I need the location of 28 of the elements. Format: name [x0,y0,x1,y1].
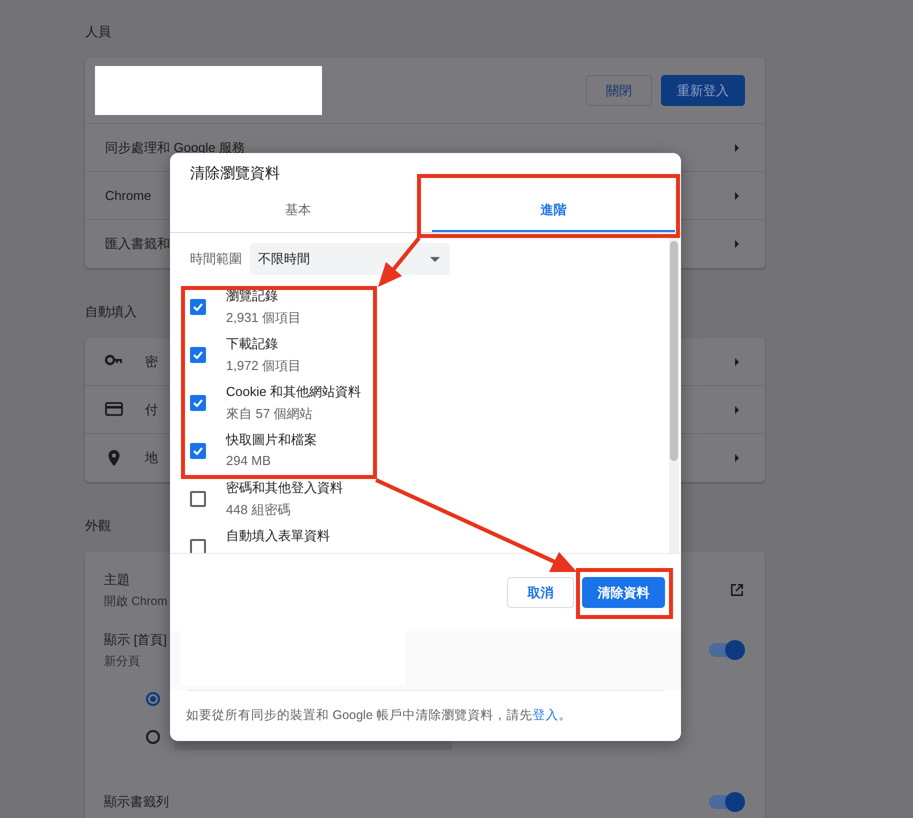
section-heading: 外觀 [85,517,111,535]
row-label: 付 [145,400,158,418]
footer-text: 如要從所有同步的裝置和 Google 帳戶中清除瀏覽資料，請先登入。 [186,707,572,724]
item-count: 448 組密碼 [226,501,292,519]
setting-title: 顯示 [首頁] [104,630,167,648]
checkbox-label: 自動填入表單資料 [226,527,330,545]
item-count: 294 MB [226,453,272,468]
row-label: 地 [145,449,158,467]
field-label: 時間範圍 [190,250,242,268]
section-heading: 人員 [85,23,111,41]
item-count: 1,972 個項目 [226,357,302,375]
section-heading: 自動填入 [85,303,137,321]
checkbox-label: 下載記錄 [226,335,279,353]
checkbox-label: 密碼和其他登入資料 [226,479,343,497]
setting-title: 主題 [104,570,131,588]
row-label: 同步處理和 Google 服務 [105,138,246,156]
setting-title: 顯示書籤列 [104,793,169,811]
checkbox-label: 快取圖片和檔案 [226,431,317,449]
row-label: 匯入書籤和 [105,235,170,253]
row-label: Chrome [105,188,152,203]
checkbox-label: 瀏覽記錄 [226,287,279,305]
dropdown-value: 不限時間 [258,250,310,268]
setting-subtitle: 開啟 Chrom [104,592,168,610]
item-count: 來自 57 個網站 [226,405,314,423]
item-count: 2,931 個項目 [226,309,302,327]
checkbox-label: Cookie 和其他網站資料 [226,383,362,401]
setting-subtitle: 新分頁 [104,652,141,670]
row-label: 密 [145,352,158,370]
